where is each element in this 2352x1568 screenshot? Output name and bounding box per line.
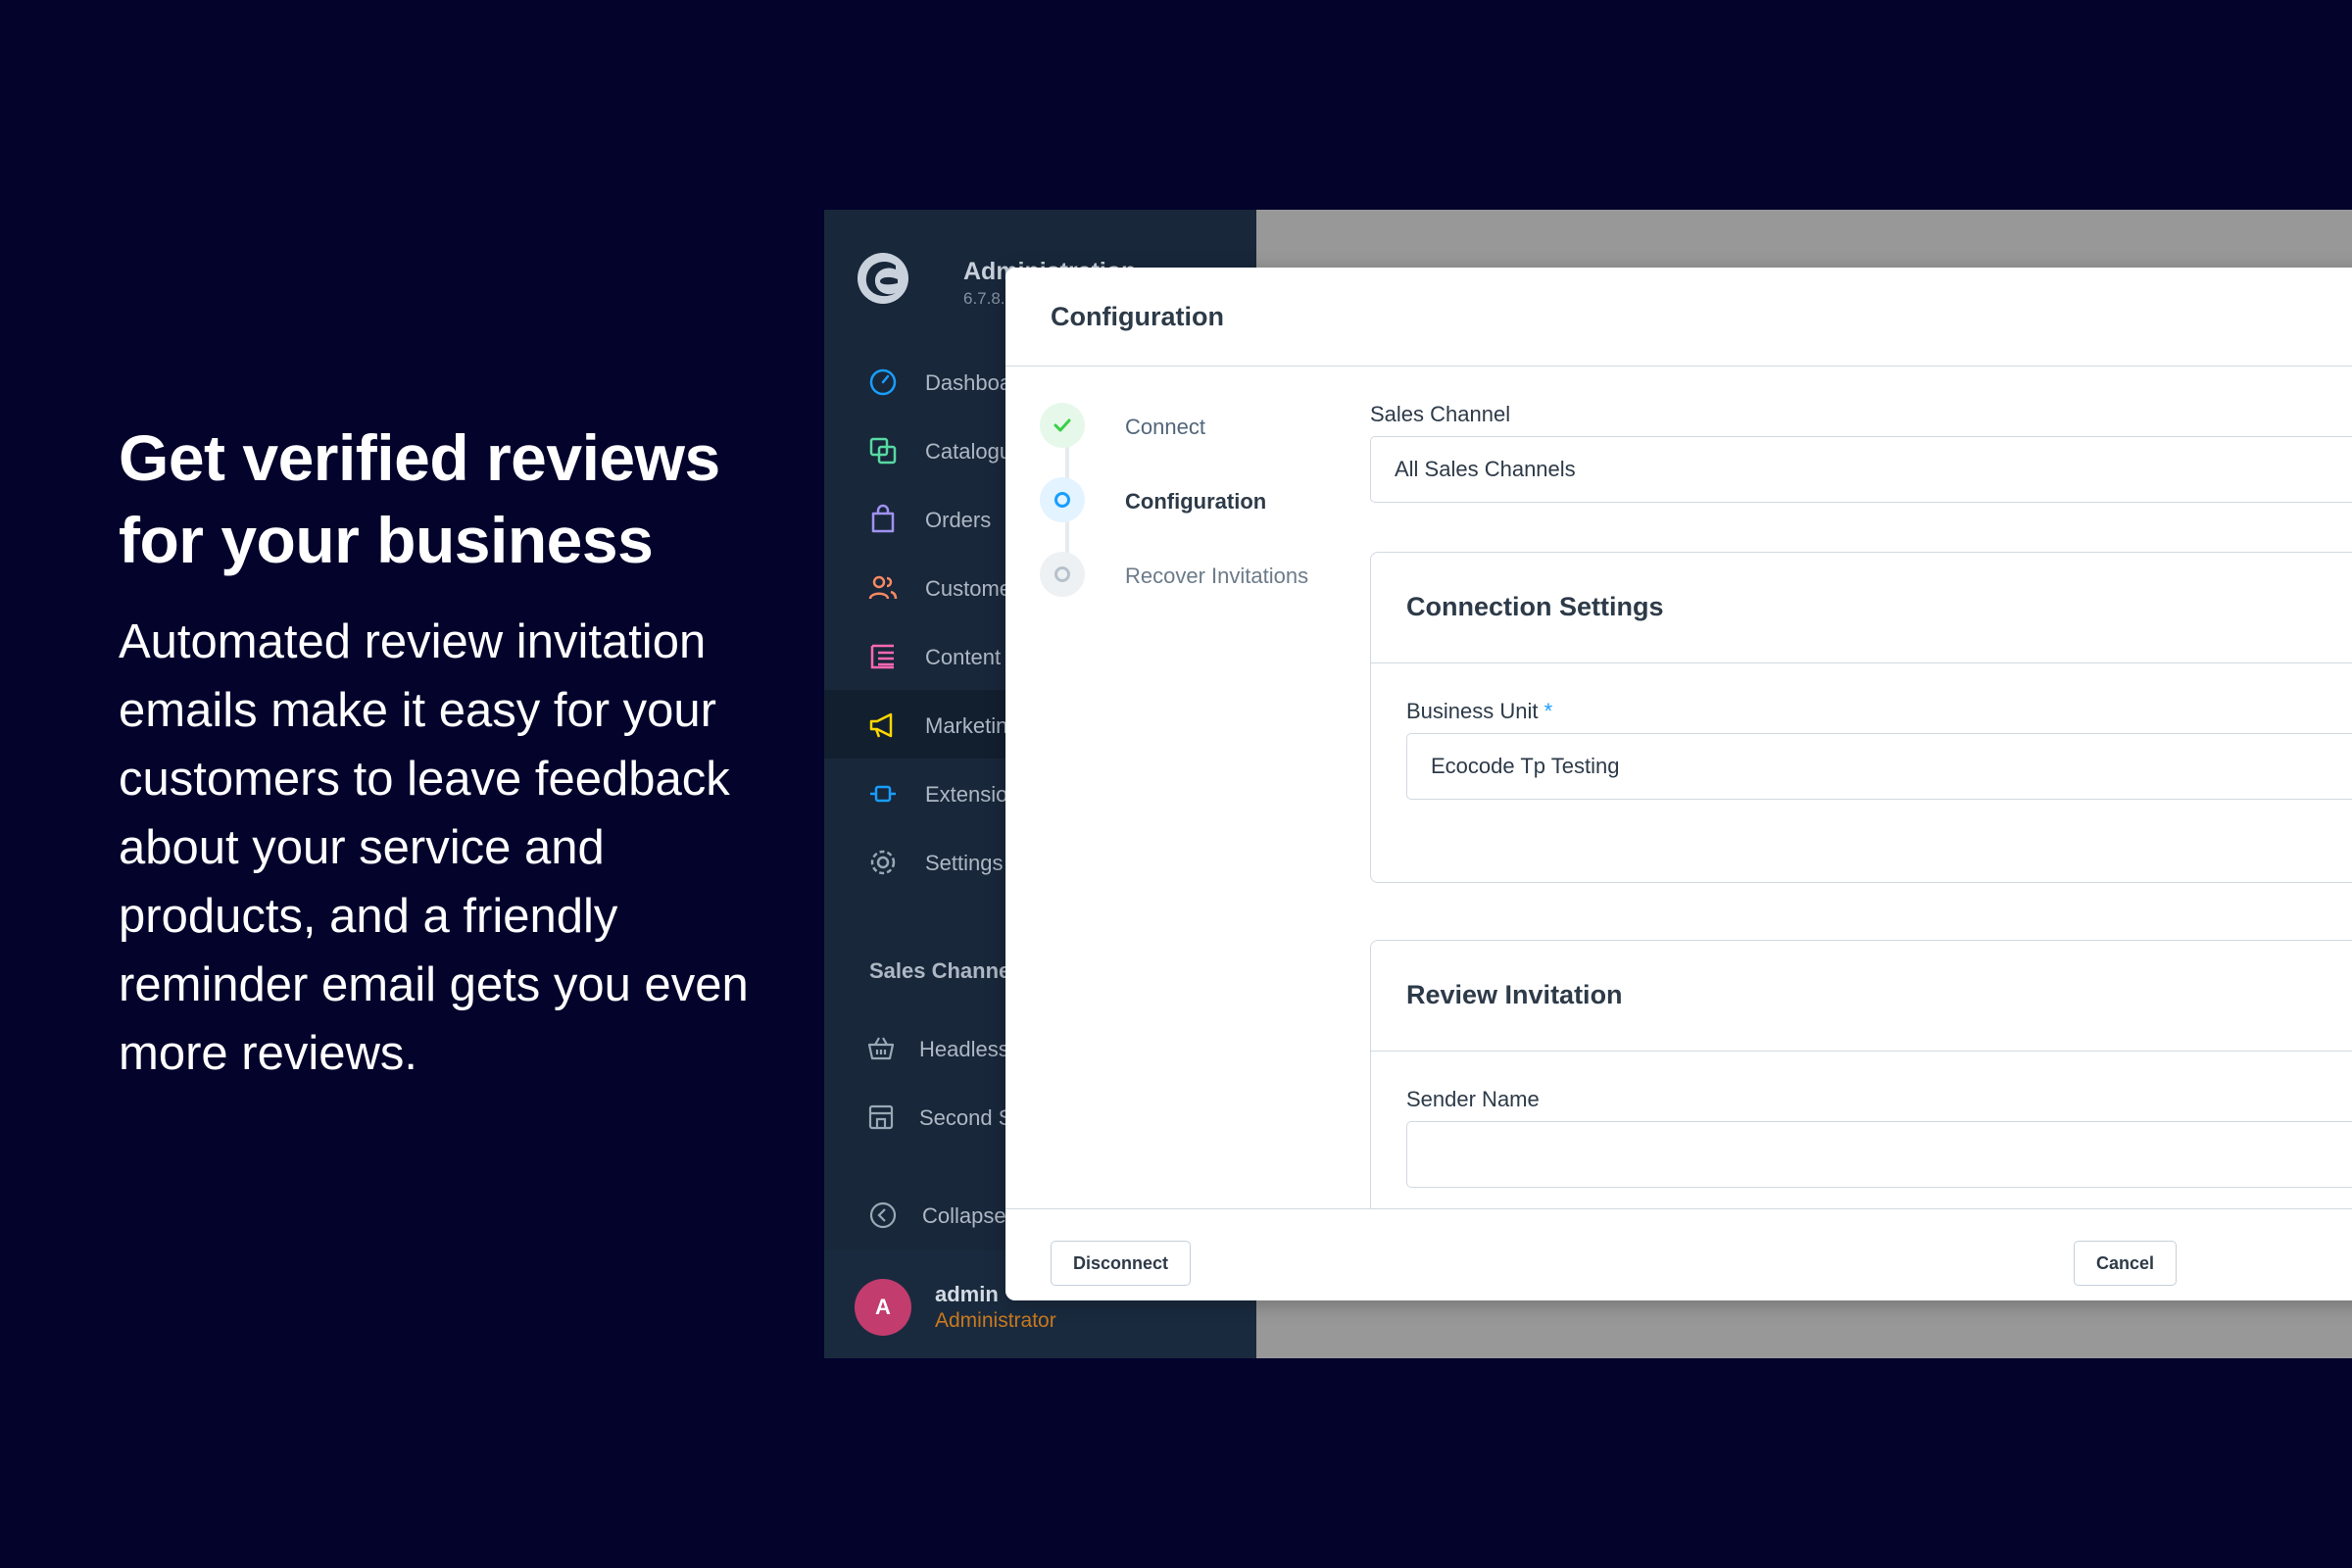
modal-title: Configuration [1051, 302, 1224, 331]
storefront-icon [868, 1104, 894, 1130]
step-label: Connect [1125, 415, 1205, 439]
basket-icon [867, 1037, 895, 1060]
cancel-button[interactable]: Cancel [2074, 1241, 2178, 1286]
step-recover-invitations[interactable]: Recover Invitations [1039, 550, 1352, 605]
catalogue-icon [869, 437, 897, 465]
pending-step-icon [1054, 566, 1070, 582]
active-step-icon [1054, 492, 1070, 508]
sidebar-item-label: Content [925, 645, 1002, 669]
card-divider [1371, 662, 2352, 663]
content-icon [870, 644, 894, 669]
card-title: Connection Settings [1406, 592, 1664, 621]
extensions-icon [870, 785, 896, 803]
sidebar-item-label: Orders [925, 508, 992, 532]
step-pending-indicator [1040, 552, 1085, 597]
marketing-icon [869, 712, 893, 738]
sales-channel-label: Sales Channel [1370, 402, 1511, 426]
business-unit-label: Business Unit * [1406, 699, 1553, 723]
step-done-indicator [1040, 403, 1085, 448]
sales-channel-label: Headless [919, 1037, 1009, 1061]
disconnect-button[interactable]: Disconnect [1051, 1241, 1192, 1286]
sales-channel-select[interactable]: All Sales Channels [1370, 436, 2352, 503]
hero-title-line-1: Get verified reviews [119, 421, 720, 494]
shopware-logo-icon [858, 253, 908, 304]
configuration-modal: Configuration Connect Configuration Reco… [1005, 268, 2352, 1300]
modal-footer: Disconnect Cancel [1005, 1208, 2352, 1300]
dashboard-icon [869, 368, 897, 396]
step-label: Recover Invitations [1125, 564, 1309, 588]
modal-content: Sales Channel All Sales Channels Connect… [1370, 268, 2352, 1300]
avatar: A [855, 1279, 911, 1336]
required-marker: * [1544, 699, 1553, 723]
sidebar-item-label: Settings [925, 851, 1004, 875]
check-icon [1054, 418, 1071, 432]
admin-window: Administration 6.7.8.2 Dashboard Catalog… [824, 210, 2352, 1358]
business-unit-select[interactable]: Ecocode Tp Testing [1406, 733, 2352, 800]
settings-icon [870, 850, 896, 875]
card-title: Review Invitation [1406, 980, 1623, 1009]
hero-title-line-2: for your business [119, 504, 654, 576]
hero-title: Get verified reviews for your business [119, 416, 785, 581]
customers-icon [868, 575, 898, 600]
connection-settings-card: Connection Settings Business Unit * Ecoc… [1370, 552, 2352, 883]
step-connect[interactable]: Connect [1039, 401, 1352, 456]
user-name: admin [935, 1282, 999, 1306]
sender-name-label: Sender Name [1406, 1087, 1540, 1111]
sender-name-input[interactable] [1406, 1121, 2352, 1188]
orders-icon [871, 504, 895, 533]
chevron-left-circle-icon [869, 1201, 897, 1229]
step-active-indicator [1040, 477, 1085, 522]
step-label: Configuration [1125, 489, 1267, 514]
hero-description: Automated review invitation emails make … [119, 615, 749, 1080]
card-divider [1371, 1051, 2352, 1052]
step-configuration[interactable]: Configuration [1039, 475, 1352, 530]
user-role: Administrator [935, 1309, 1056, 1332]
